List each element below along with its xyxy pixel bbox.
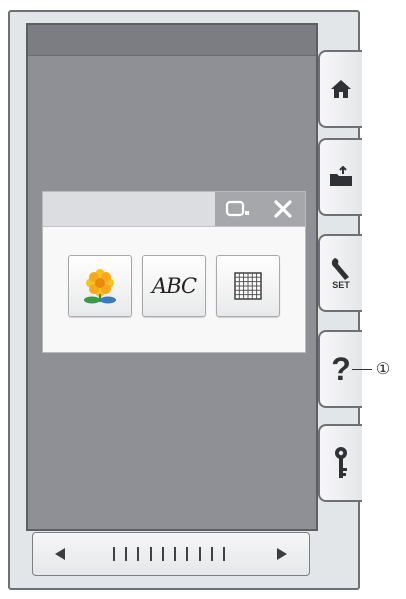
screen-top-bar — [28, 25, 316, 56]
window-minimize-button[interactable] — [215, 192, 260, 226]
design-button[interactable] — [68, 255, 132, 317]
arrow-right-icon[interactable] — [277, 548, 287, 560]
wrench-icon — [331, 258, 349, 280]
scroll-bar[interactable] — [32, 532, 310, 576]
touch-screen: ABC — [26, 23, 318, 531]
device-panel: ABC SET ? — [8, 10, 362, 590]
home-tab[interactable] — [318, 50, 362, 128]
dialog-controls — [215, 192, 305, 226]
folder-load-icon — [330, 166, 352, 186]
callout-line — [352, 369, 372, 370]
flower-icon — [84, 269, 116, 304]
help-icon: ? — [331, 351, 351, 387]
close-button[interactable] — [260, 192, 305, 226]
grid-button[interactable] — [216, 255, 280, 317]
dialog-window: ABC — [42, 191, 306, 353]
home-icon — [331, 80, 351, 98]
abc-text-icon: ABC — [151, 274, 197, 298]
dialog-title-bar — [43, 192, 305, 227]
callout-number: ① — [375, 361, 391, 378]
window-minimize-icon — [225, 200, 249, 217]
load-tab[interactable] — [318, 138, 362, 216]
set-tab[interactable]: SET — [318, 234, 362, 312]
lock-tab[interactable] — [318, 424, 362, 502]
close-icon — [273, 200, 292, 218]
scroll-track[interactable] — [113, 547, 225, 561]
set-label: SET — [332, 280, 350, 290]
key-icon — [335, 447, 347, 478]
text-button[interactable]: ABC — [142, 255, 206, 317]
grid-icon — [234, 272, 262, 300]
dialog-body: ABC — [43, 226, 305, 352]
arrow-left-icon[interactable] — [55, 548, 65, 560]
